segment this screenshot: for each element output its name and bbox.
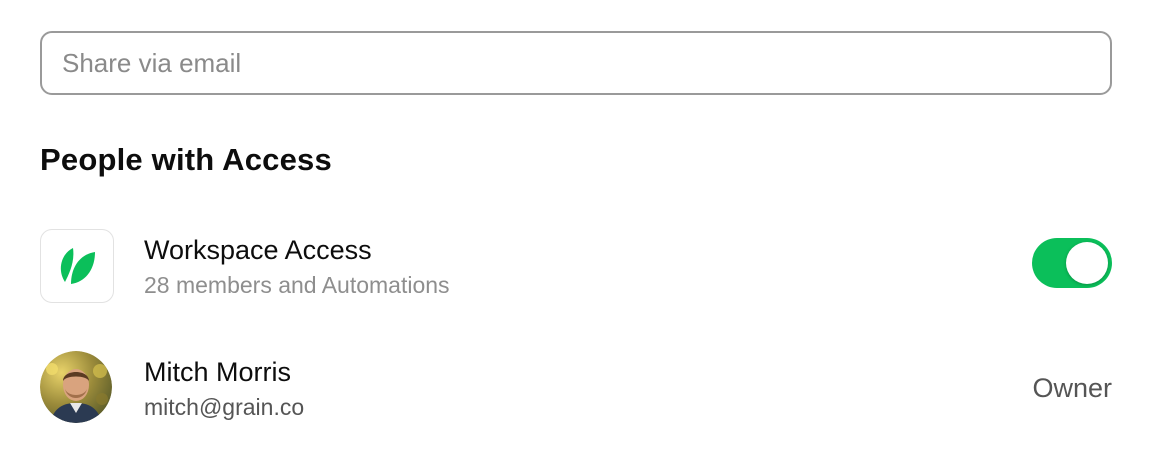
member-name: Mitch Morris: [144, 357, 291, 387]
workspace-access-toggle[interactable]: [1032, 238, 1112, 288]
workspace-logo: [40, 229, 114, 303]
member-row: Mitch Morris mitch@grain.co Owner: [40, 351, 1112, 427]
workspace-access-title: Workspace Access: [144, 235, 372, 265]
member-role: Owner: [1032, 373, 1112, 403]
member-text: Mitch Morris mitch@grain.co: [144, 355, 304, 423]
workspace-access-text: Workspace Access 28 members and Automati…: [144, 233, 450, 301]
people-with-access-heading: People with Access: [40, 142, 332, 177]
toggle-knob: [1066, 242, 1108, 284]
workspace-access-row: Workspace Access 28 members and Automati…: [40, 229, 1112, 305]
grain-leaf-icon: [60, 248, 95, 284]
workspace-access-subtitle: 28 members and Automations: [144, 272, 450, 298]
member-email: mitch@grain.co: [144, 394, 305, 420]
share-email-input[interactable]: [40, 31, 1112, 95]
user-avatar: [40, 351, 112, 423]
avatar-photo-icon: [40, 351, 112, 423]
